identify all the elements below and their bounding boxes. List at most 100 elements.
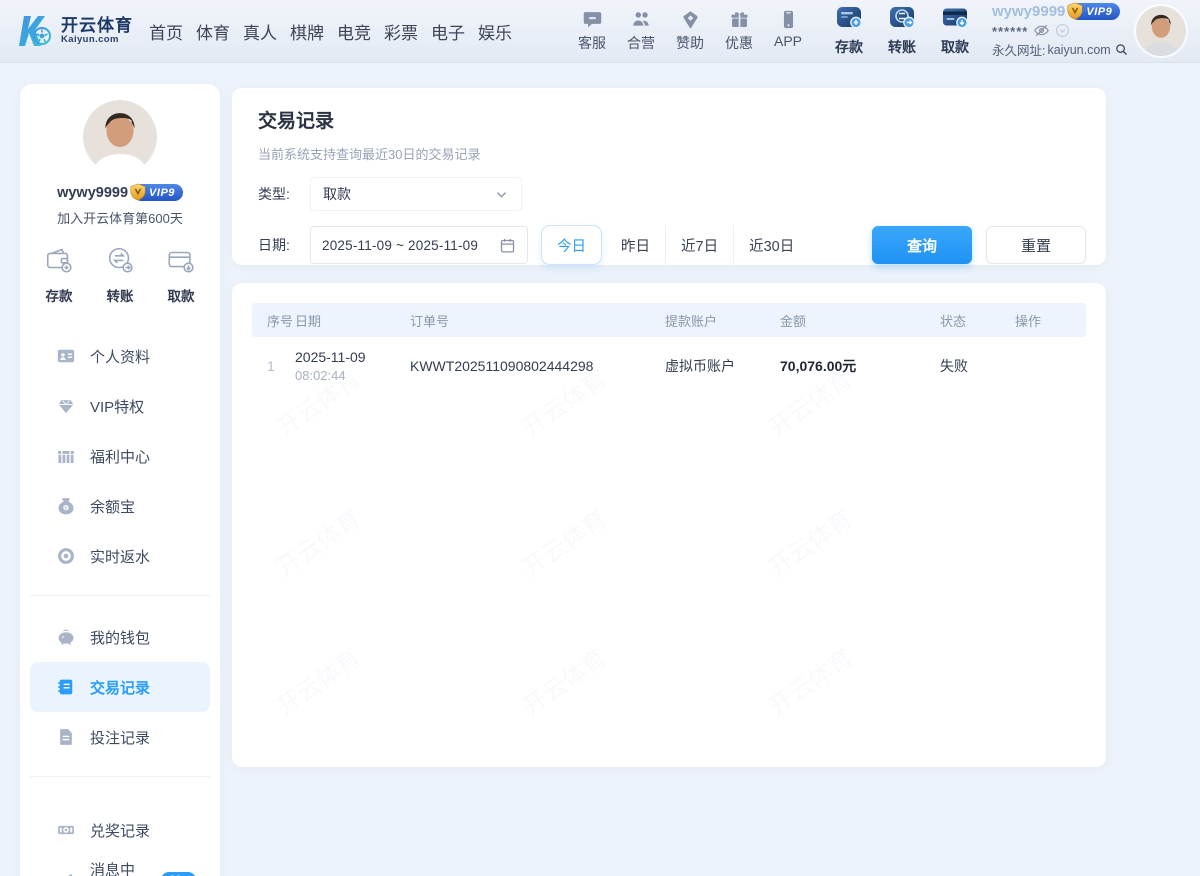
topbar-wallet-links: 存款 转账 <box>828 5 976 57</box>
menu-item-label: 实时返水 <box>90 546 150 567</box>
wallet-link-label: 存款 <box>835 37 863 57</box>
diamond-badge-icon <box>680 9 701 30</box>
kaiyun-logo-icon <box>14 10 56 52</box>
promotions-link[interactable]: 优惠 <box>719 9 759 53</box>
sidebar-item-prize-records[interactable]: 兑奖记录 <box>20 805 220 855</box>
nav-item-sports[interactable]: 体育 <box>196 19 230 44</box>
permanent-site-row[interactable]: 永久网址: kaiyun.com <box>992 40 1124 59</box>
search-button[interactable]: 查询 <box>872 226 972 264</box>
quick-link-label: 客服 <box>578 33 606 53</box>
sidebar-item-vip[interactable]: VIP特权 <box>20 381 220 431</box>
sidebar-quick-actions: 存款 转账 取款 <box>44 245 196 305</box>
sponsor-link[interactable]: 赞助 <box>670 9 710 53</box>
withdraw-icon <box>942 5 969 35</box>
nav-item-lottery[interactable]: 彩票 <box>384 19 418 44</box>
range-today-button[interactable]: 今日 <box>541 225 602 265</box>
card-outline-icon <box>166 245 196 280</box>
col-header-amount: 金额 <box>780 311 940 330</box>
gift-icon <box>729 9 750 30</box>
type-selected-value: 取款 <box>323 184 494 204</box>
gift-boxes-icon <box>56 446 76 466</box>
medal-icon <box>56 820 76 840</box>
chevron-circle-icon[interactable] <box>1055 23 1070 38</box>
type-select[interactable]: 取款 <box>310 177 522 211</box>
nav-item-entertainment[interactable]: 娱乐 <box>478 19 512 44</box>
watermark-text: 开云体育 <box>514 499 618 591</box>
col-header-status: 状态 <box>940 311 1015 330</box>
vip-level-label: VIP9 <box>1086 6 1112 18</box>
menu-item-label: 消息中心 <box>90 859 147 876</box>
deposit-link[interactable]: 存款 <box>828 5 870 57</box>
magnifier-icon[interactable] <box>1114 42 1129 57</box>
sidebar-withdraw-action[interactable]: 取款 <box>166 245 196 305</box>
sidebar-deposit-action[interactable]: 存款 <box>44 245 74 305</box>
nav-item-home[interactable]: 首页 <box>149 19 183 44</box>
chevron-down-icon <box>494 187 509 202</box>
watermark-text: 开云体育 <box>760 499 864 591</box>
brand-logo[interactable]: 开云体育 Kaiyun.com <box>14 10 133 52</box>
user-avatar[interactable] <box>1136 6 1186 56</box>
filter-card: 交易记录 当前系统支持查询最近30日的交易记录 类型: 取款 日期: 2025-… <box>232 88 1106 265</box>
col-header-account: 提款账户 <box>665 311 780 330</box>
eye-off-icon[interactable] <box>1033 22 1050 39</box>
range-yesterday-button[interactable]: 昨日 <box>606 225 665 265</box>
transaction-book-icon <box>56 677 76 697</box>
topbar: 开云体育 Kaiyun.com 首页 体育 真人 棋牌 电竞 彩票 电子 娱乐 … <box>0 0 1200 62</box>
brand-text: 开云体育 Kaiyun.com <box>61 17 133 45</box>
range-30days-button[interactable]: 近30日 <box>733 225 809 265</box>
col-header-operation: 操作 <box>1015 311 1086 330</box>
deposit-icon <box>836 5 863 35</box>
sidebar-item-welfare[interactable]: 福利中心 <box>20 431 220 481</box>
username[interactable]: wywy9999 <box>992 3 1065 20</box>
transfer-outline-icon <box>105 245 135 280</box>
quick-range-group: 今日 昨日 近7日 近30日 <box>541 225 809 265</box>
page-subtitle: 当前系统支持查询最近30日的交易记录 <box>258 144 1086 163</box>
menu-item-label: 交易记录 <box>90 677 150 698</box>
menu-item-label: 福利中心 <box>90 446 150 467</box>
wallet-link-label: 转账 <box>888 37 916 57</box>
topbar-user-block: wywy9999 VIP9 ****** <box>992 3 1124 59</box>
cell-time: 08:02:44 <box>295 368 410 383</box>
nav-item-slots[interactable]: 电子 <box>431 19 465 44</box>
cell-datetime: 2025-11-09 08:02:44 <box>295 349 410 383</box>
topbar-quick-links: 客服 合营 赞助 优惠 <box>572 9 808 53</box>
sidebar-item-yuebao[interactable]: 余额宝 <box>20 481 220 531</box>
sidebar-item-rebate[interactable]: 实时返水 <box>20 531 220 581</box>
divider <box>30 595 210 596</box>
date-range-input[interactable]: 2025-11-09 ~ 2025-11-09 <box>310 226 528 264</box>
wallet-outline-icon <box>44 245 74 280</box>
sidebar-menu: 个人资料 VIP特权 福利中心 余额宝 <box>20 331 220 876</box>
sidebar-item-wallet[interactable]: 我的钱包 <box>20 612 220 662</box>
id-card-icon <box>56 346 76 366</box>
app-download-link[interactable]: APP <box>768 9 808 53</box>
nav-item-chess[interactable]: 棋牌 <box>290 19 324 44</box>
nav-item-live-casino[interactable]: 真人 <box>243 19 277 44</box>
sidebar-item-betting-records[interactable]: 投注记录 <box>20 712 220 762</box>
reset-button[interactable]: 重置 <box>986 226 1086 264</box>
date-label: 日期: <box>258 235 302 255</box>
withdraw-link[interactable]: 取款 <box>934 5 976 57</box>
menu-item-label: 投注记录 <box>90 727 150 748</box>
sidebar-item-message-center[interactable]: 消息中心 99+ <box>20 855 220 876</box>
calendar-icon <box>499 237 516 254</box>
customer-service-link[interactable]: 客服 <box>572 9 612 53</box>
sidebar-transfer-action[interactable]: 转账 <box>105 245 135 305</box>
phone-icon <box>778 9 799 30</box>
sidebar-item-profile[interactable]: 个人资料 <box>20 331 220 381</box>
table-row: 1 2025-11-09 08:02:44 KWWT20251109080244… <box>252 337 1086 395</box>
range-7days-button[interactable]: 近7日 <box>665 225 733 265</box>
document-icon <box>56 727 76 747</box>
date-range-value: 2025-11-09 ~ 2025-11-09 <box>322 238 499 253</box>
profile-avatar[interactable] <box>83 100 157 174</box>
col-header-date: 日期 <box>295 311 410 330</box>
menu-item-label: 兑奖记录 <box>90 820 150 841</box>
sidebar-item-transactions[interactable]: 交易记录 <box>30 662 210 712</box>
quick-action-label: 转账 <box>107 285 134 305</box>
divider <box>30 776 210 777</box>
nav-item-esports[interactable]: 电竞 <box>337 19 371 44</box>
transfer-link[interactable]: 转账 <box>881 5 923 57</box>
joined-days-text: 加入开云体育第600天 <box>20 208 220 227</box>
partnership-link[interactable]: 合营 <box>621 9 661 53</box>
target-circle-icon <box>56 546 76 566</box>
wallet-link-label: 取款 <box>941 37 969 57</box>
